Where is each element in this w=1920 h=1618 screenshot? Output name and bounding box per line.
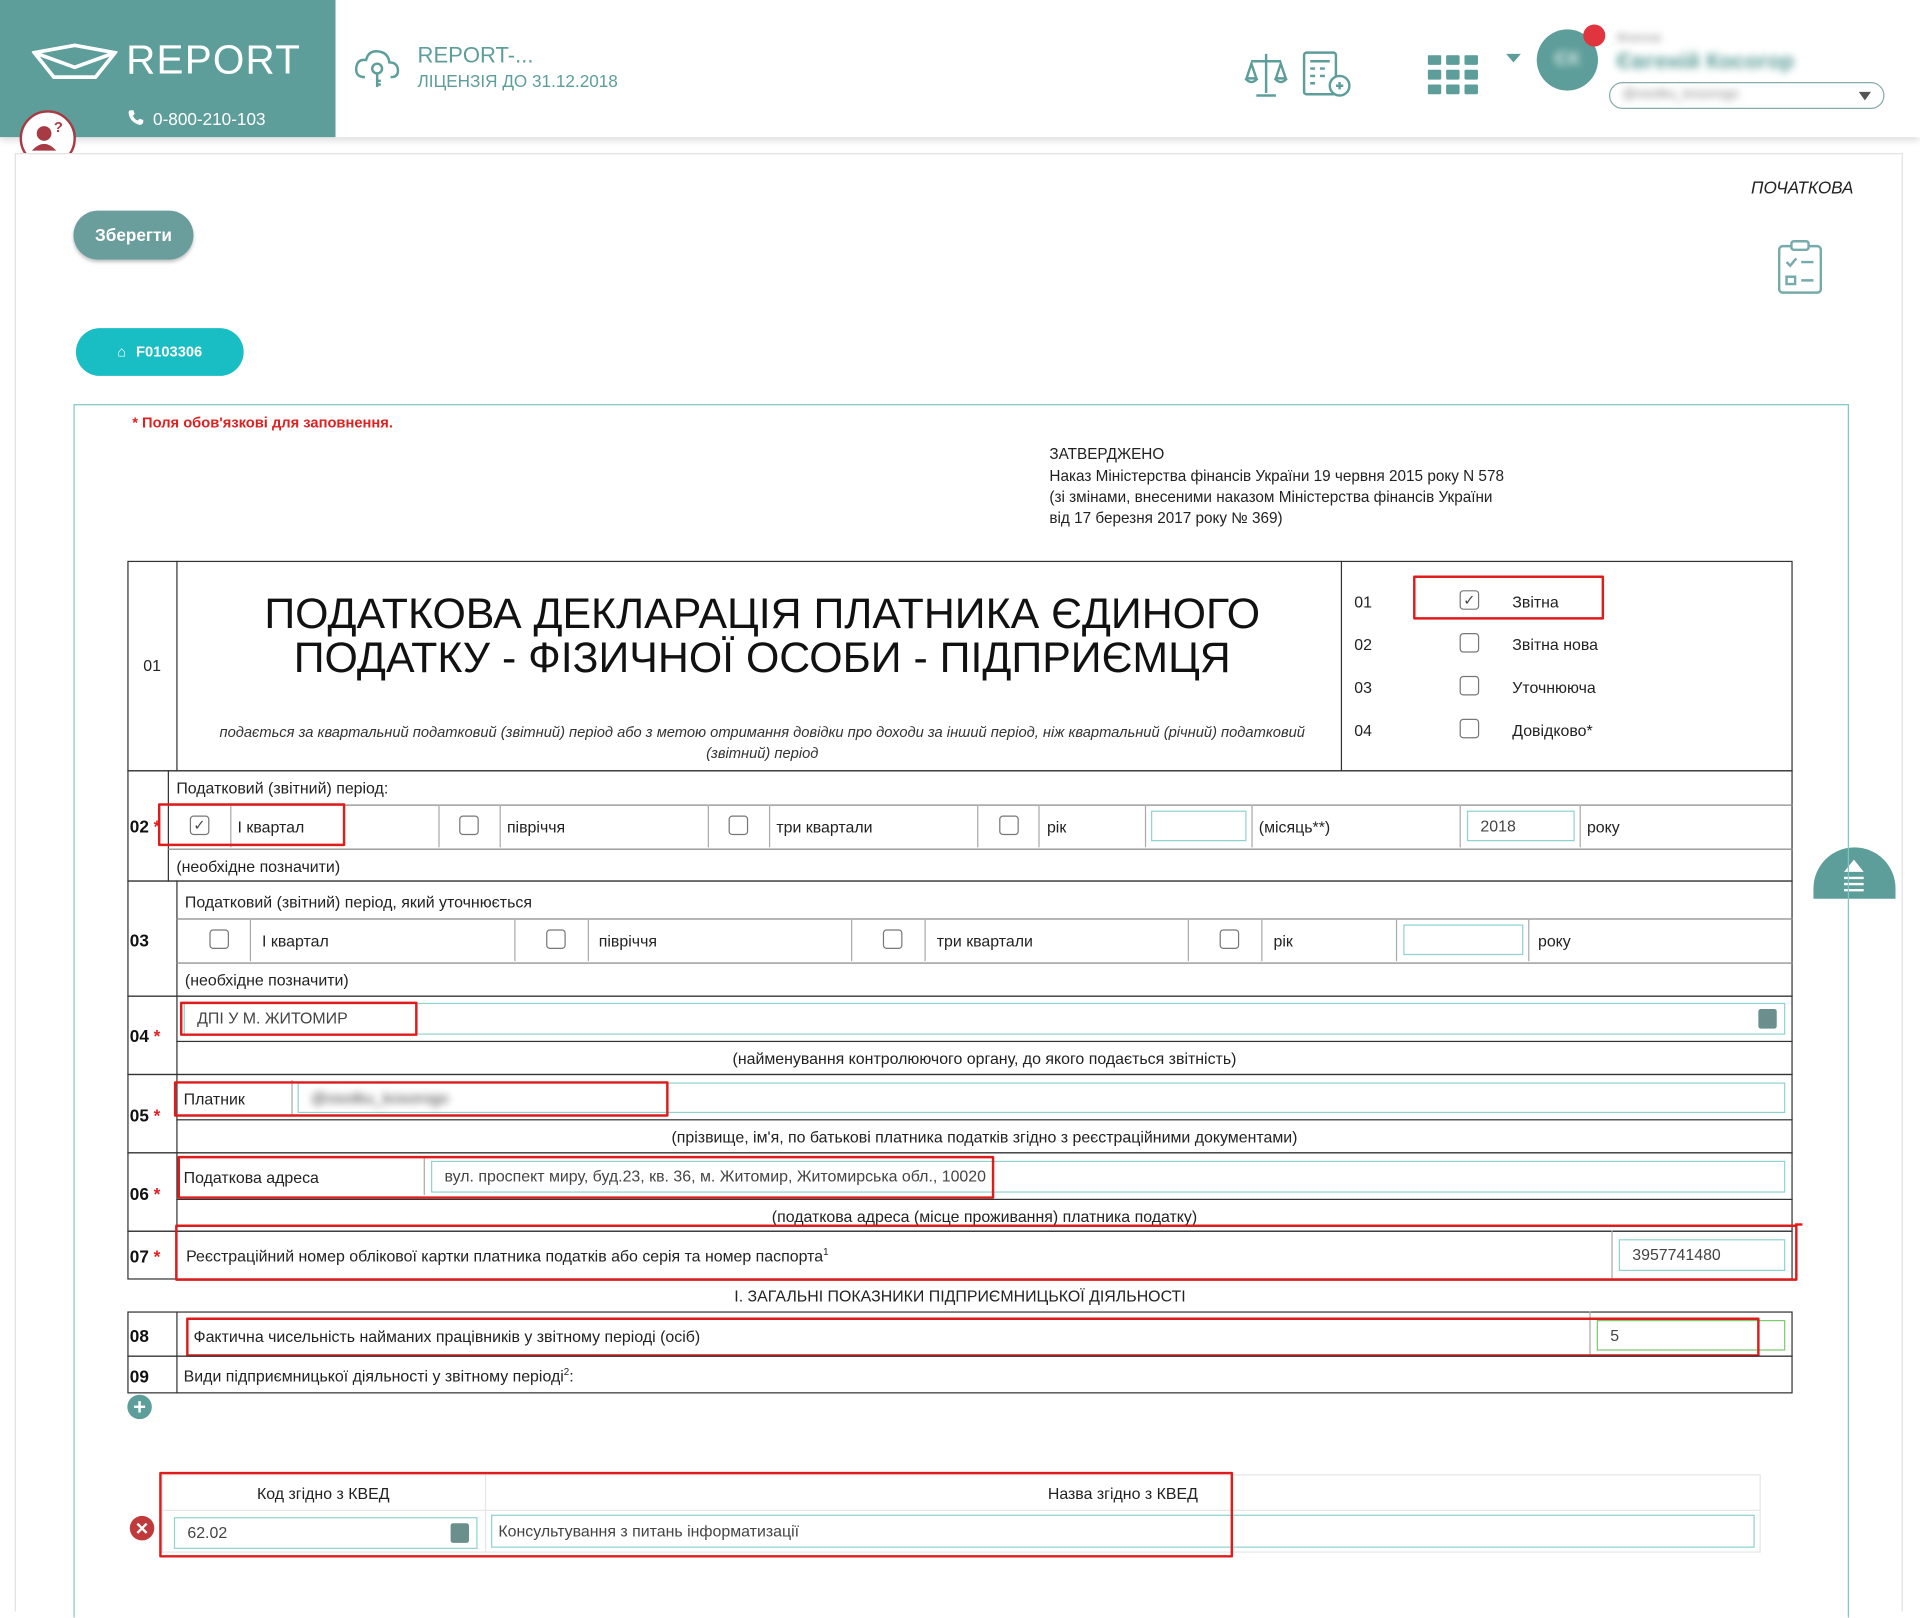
approved-line3: (зі змінами, внесеними наказом Міністерс…	[1049, 488, 1493, 506]
row03-note: (необхідне позначити)	[184, 971, 349, 990]
cloud-key-icon	[353, 43, 402, 98]
corr-year-input[interactable]	[1403, 924, 1524, 956]
add-activity-button[interactable]: +	[127, 1394, 152, 1420]
license-title[interactable]: REPORT-...	[418, 43, 534, 69]
document-status: ПОЧАТКОВА	[1751, 177, 1854, 198]
year-input[interactable]: 2018	[1466, 810, 1575, 842]
approved-line2: Наказ Міністерства фінансів України 19 ч…	[1049, 467, 1504, 485]
corr-checkbox-9months[interactable]	[882, 929, 903, 949]
home-icon: ⌂	[117, 342, 127, 361]
row06-num: 06 *	[129, 1184, 161, 1204]
checklist-icon[interactable]	[1776, 240, 1827, 302]
row02-caption: Податковий (звітний) період:	[176, 778, 389, 798]
apps-grid-icon[interactable]	[1427, 55, 1479, 103]
form-title-line2: ПОДАТКУ - ФІЗИЧНОЇ ОСОБИ - ПІДПРИЄМЦЯ	[293, 634, 1231, 683]
logo-text: REPORT	[126, 36, 302, 83]
chevron-down-icon	[1858, 91, 1872, 101]
row08-num: 08	[129, 1326, 149, 1346]
approved-line4: від 17 березня 2017 року № 369)	[1049, 509, 1283, 527]
highlight-box	[186, 1317, 1760, 1357]
year-suffix: року	[1586, 817, 1620, 837]
close-icon: ✕	[134, 1518, 150, 1538]
required-note: * Поля обов'язкові для заповнення.	[132, 413, 393, 432]
period-checkbox-9months[interactable]	[728, 815, 749, 836]
year-suffix: року	[1537, 931, 1571, 951]
period-checkbox-year[interactable]	[999, 815, 1019, 836]
doctype-code: 04	[1354, 721, 1373, 740]
doctype-checkbox-utochnyuyucha[interactable]	[1459, 675, 1480, 696]
user-role: Фізична	[1616, 31, 1661, 46]
form-tab[interactable]: ⌂ F0103306	[75, 328, 244, 376]
row09-num: 09	[129, 1366, 149, 1387]
calculator-doc-icon[interactable]	[1300, 49, 1351, 107]
scales-icon[interactable]	[1242, 49, 1291, 107]
row05-num: 05 *	[129, 1105, 161, 1126]
row02-num: 02 *	[129, 816, 161, 837]
save-button[interactable]: Зберегти	[73, 210, 194, 260]
plus-icon: +	[133, 1394, 147, 1420]
activities-label: Види підприємницької діяльності у звітно…	[183, 1366, 574, 1386]
form-tab-label: F0103306	[136, 342, 203, 361]
corr-checkbox-year[interactable]	[1219, 929, 1240, 949]
phone-icon	[127, 109, 144, 132]
corr-checkbox-q1[interactable]	[209, 929, 229, 949]
row03-num: 03	[129, 930, 149, 951]
section1-title: І. ЗАГАЛЬНІ ПОКАЗНИКИ ПІДПРИЄМНИЦЬКОЇ ДІ…	[734, 1286, 1186, 1306]
tax-authority-select[interactable]: ДПІ У М. ЖИТОМИР	[183, 1002, 1786, 1035]
highlight-box	[177, 1155, 995, 1199]
row04-note: (найменування контролюючого органу, до я…	[732, 1049, 1237, 1068]
period-label: півріччя	[506, 817, 566, 837]
doctype-code: 02	[1354, 635, 1373, 654]
period-checkbox-halfyear[interactable]	[459, 815, 479, 836]
org-select-value: @osotku_kosorogo	[1622, 86, 1739, 102]
highlight-box	[159, 1471, 1234, 1558]
license-expiry: ЛІЦЕНЗІЯ ДО 31.12.2018	[417, 71, 618, 91]
svg-text:?: ?	[54, 120, 63, 136]
period-label: рік	[1046, 817, 1067, 837]
doctype-checkbox-zvitna-nova[interactable]	[1459, 633, 1480, 653]
row03-caption: Податковий (звітний) період, який уточню…	[184, 892, 532, 912]
period-label: три квартали	[936, 931, 1033, 951]
period-label: півріччя	[598, 931, 657, 951]
title-code: 01	[143, 656, 161, 675]
doctype-checkbox-dovidkovo[interactable]	[1459, 718, 1480, 739]
support-phone[interactable]: 0-800-210-103	[153, 109, 265, 129]
row06-note: (податкова адреса (місце проживання) пла…	[771, 1207, 1198, 1226]
highlight-box	[173, 1081, 669, 1117]
highlight-box	[175, 1224, 1798, 1281]
highlight-box	[1413, 575, 1605, 620]
row04-num: 04 *	[129, 1026, 161, 1046]
highlight-box	[180, 1001, 418, 1036]
month-label: (місяць**)	[1258, 817, 1331, 837]
corr-checkbox-halfyear[interactable]	[546, 929, 566, 949]
approved-line1: ЗАТВЕРДЖЕНО	[1049, 445, 1165, 463]
doctype-label: Уточнююча	[1512, 678, 1596, 697]
month-input[interactable]	[1151, 810, 1247, 842]
org-select[interactable]: @osotku_kosorogo	[1608, 82, 1885, 109]
form-subtitle: подається за квартальний податковий (зві…	[219, 723, 1305, 762]
period-label: три квартали	[776, 817, 873, 837]
user-name: Євгеній Косогор	[1616, 48, 1795, 74]
boat-logo-icon	[31, 43, 118, 79]
row02-note: (необхідне позначити)	[176, 857, 341, 876]
book-icon[interactable]	[1758, 1008, 1777, 1029]
period-label: I квартал	[262, 931, 329, 951]
notification-badge[interactable]	[1583, 24, 1606, 47]
remove-activity-button[interactable]: ✕	[129, 1515, 155, 1541]
row07-num: 07 *	[129, 1246, 161, 1267]
doctype-code: 03	[1354, 678, 1373, 697]
highlight-box	[157, 803, 346, 847]
doctype-code: 01	[1354, 592, 1373, 612]
form-title: ПОДАТКОВА ДЕКЛАРАЦІЯ ПЛАТНИКА ЄДИНОГО ПО…	[184, 590, 1341, 683]
row05-note: (прізвище, ім'я, по батькові платника по…	[671, 1127, 1298, 1147]
apps-dropdown-caret-icon[interactable]	[1506, 53, 1521, 63]
period-label: рік	[1273, 931, 1293, 951]
doctype-label: Звітна нова	[1512, 635, 1598, 654]
doctype-label: Довідково*	[1512, 721, 1593, 740]
form-title-line1: ПОДАТКОВА ДЕКЛАРАЦІЯ ПЛАТНИКА ЄДИНОГО	[264, 590, 1261, 638]
